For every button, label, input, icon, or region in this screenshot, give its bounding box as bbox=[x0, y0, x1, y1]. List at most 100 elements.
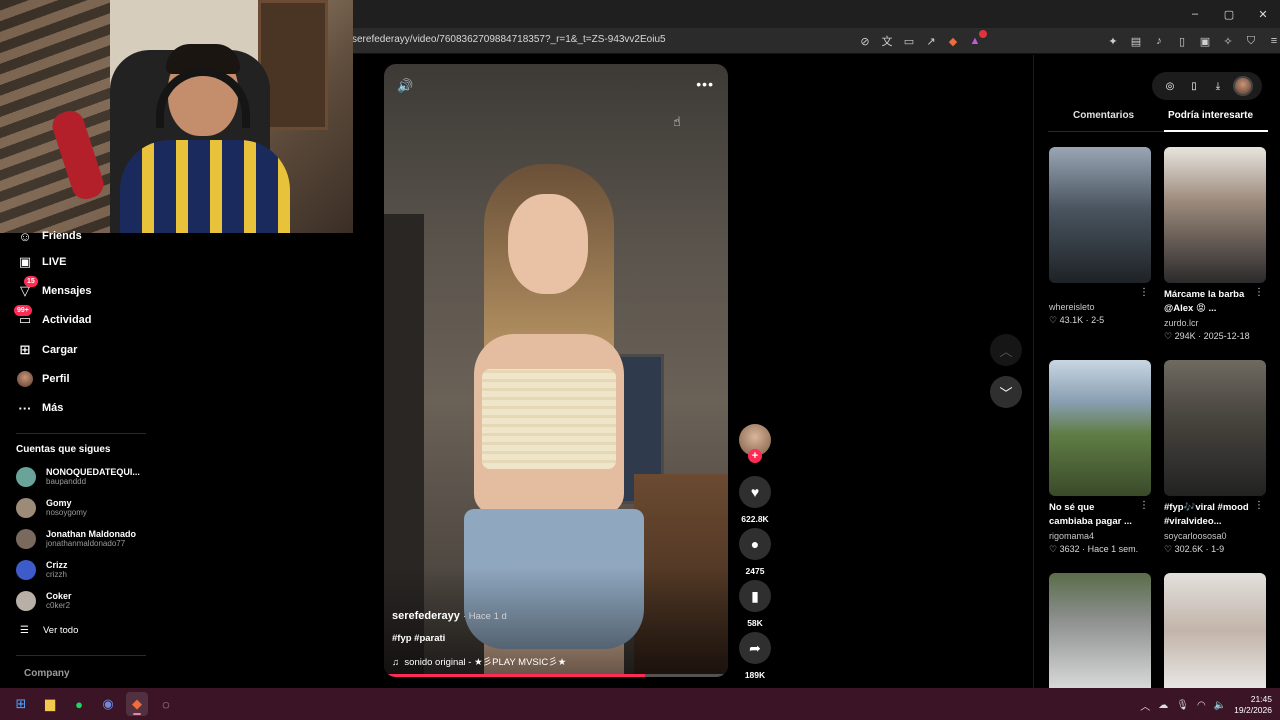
company-link[interactable]: Company bbox=[24, 668, 70, 679]
tab-comments[interactable]: Comentarios bbox=[1073, 110, 1134, 121]
followed-account[interactable]: Gomy nosoygomy bbox=[16, 495, 156, 521]
previous-video-button[interactable]: ︿ bbox=[990, 334, 1022, 366]
vpn-icon[interactable]: ⛉ bbox=[1242, 32, 1260, 50]
recommended-video-card[interactable]: ⋮ Márcame la barba @Alex 😡 ... zurdo.lcr… bbox=[1164, 147, 1266, 342]
see-all-button[interactable]: ☰ Ver todo bbox=[20, 625, 78, 636]
video-thumbnail[interactable] bbox=[1049, 147, 1151, 283]
video-progress-bar[interactable] bbox=[384, 674, 728, 677]
card-title[interactable]: Márcame la barba bbox=[1164, 288, 1266, 302]
like-button[interactable]: ♥ 622.8K bbox=[737, 476, 773, 524]
maximize-button[interactable]: ▢ bbox=[1212, 0, 1246, 28]
card-user[interactable]: whereisleto bbox=[1049, 302, 1151, 312]
save-button[interactable]: ▮ 58K bbox=[737, 580, 773, 628]
followed-account[interactable]: Jonathan Maldonado jonathanmaldonado77 bbox=[16, 526, 156, 552]
card-user[interactable]: zurdo.lcr bbox=[1164, 318, 1266, 328]
account-name: NONOQUEDATEQUI... bbox=[46, 467, 140, 477]
panel-tabs: Comentarios Podría interesarte bbox=[1048, 110, 1268, 132]
video-thumbnail[interactable] bbox=[1164, 360, 1266, 496]
video-player[interactable]: 🔊 ••• serefederayy · Hace 1 d #fyp #para… bbox=[384, 64, 728, 677]
card-title-line2[interactable]: cambiaba pagar ... bbox=[1049, 515, 1151, 529]
video-sound[interactable]: ♫ sonido original - ★彡PLAY MVSIC彡★ bbox=[392, 654, 566, 668]
follow-plus-icon[interactable]: + bbox=[748, 449, 762, 463]
card-title-line2[interactable]: #viralvideo... bbox=[1164, 515, 1266, 529]
sidebar-item-label: LIVE bbox=[42, 256, 67, 268]
sidebar-item-messages[interactable]: ▽ 15 Mensajes bbox=[16, 276, 92, 300]
sidebar-item-activity[interactable]: ▭ 99+ Actividad bbox=[14, 305, 92, 329]
followed-account[interactable]: Crizz crizzh bbox=[16, 557, 156, 583]
wifi-icon[interactable]: ◠ bbox=[1197, 700, 1206, 711]
sidebar-item-profile[interactable]: Perfil bbox=[16, 370, 70, 388]
card-title[interactable]: #fyp🎶viral #mood bbox=[1164, 501, 1266, 515]
speaker-icon[interactable]: 🔈 bbox=[1214, 700, 1226, 711]
sidebar-toggle-icon[interactable]: ▯ bbox=[1173, 32, 1191, 50]
video-author[interactable]: serefederayy · Hace 1 d bbox=[392, 610, 507, 622]
extensions-icon[interactable]: ✦ bbox=[1104, 32, 1122, 50]
sidebar-item-friends[interactable]: ☺ Friends bbox=[16, 227, 81, 245]
compass-icon[interactable]: ◎ bbox=[1161, 77, 1179, 95]
video-hashtags[interactable]: #fyp #parati bbox=[392, 633, 445, 644]
author-name[interactable]: serefederayy bbox=[392, 610, 460, 622]
video-thumbnail[interactable] bbox=[1164, 147, 1266, 283]
card-menu-icon[interactable]: ⋮ bbox=[1139, 287, 1149, 298]
volume-icon[interactable]: 🔊 bbox=[397, 78, 413, 94]
card-title[interactable]: No sé que bbox=[1049, 501, 1151, 515]
microphone-icon[interactable]: 🎙 bbox=[1176, 700, 1189, 711]
recommended-video-card[interactable]: ⋮ No sé que cambiaba pagar ... rigomama4… bbox=[1049, 360, 1151, 555]
share-icon[interactable]: ↗ bbox=[922, 32, 940, 50]
next-video-button[interactable]: ﹀ bbox=[990, 376, 1022, 408]
share-button[interactable]: ➦ 189K bbox=[737, 632, 773, 680]
sidebar-item-more[interactable]: ··· Más bbox=[16, 399, 64, 417]
file-explorer-icon[interactable]: ▆ bbox=[39, 692, 61, 716]
obs-icon[interactable]: ◌ bbox=[155, 692, 177, 716]
heart-outline-icon: ♡ bbox=[1049, 544, 1058, 554]
video-thumbnail[interactable] bbox=[1164, 573, 1266, 688]
chevron-up-icon[interactable]: ︿ bbox=[1140, 698, 1150, 713]
translate-icon[interactable]: 文 bbox=[878, 32, 896, 50]
no-tracking-icon[interactable]: ⊘ bbox=[856, 32, 874, 50]
user-avatar[interactable] bbox=[1233, 76, 1253, 96]
comment-button[interactable]: ● 2475 bbox=[737, 528, 773, 576]
recommended-video-card[interactable]: ⋮ #fyp🎶viral #mood #viralvideo... soycar… bbox=[1164, 360, 1266, 555]
tab-recommended[interactable]: Podría interesarte bbox=[1168, 110, 1253, 121]
heart-outline-icon: ♡ bbox=[1164, 331, 1173, 341]
sidebar-item-upload[interactable]: ⊞ Cargar bbox=[16, 341, 78, 359]
followed-account[interactable]: Coker c0ker2 bbox=[16, 588, 156, 614]
card-user[interactable]: rigomama4 bbox=[1049, 531, 1151, 541]
reader-mode-icon[interactable]: ▤ bbox=[1127, 32, 1145, 50]
minimize-button[interactable]: – bbox=[1178, 0, 1212, 28]
windows-start-icon[interactable]: ⊞ bbox=[10, 692, 32, 716]
cast-icon[interactable]: ▭ bbox=[900, 32, 918, 50]
brave-rewards-icon[interactable]: ▲ bbox=[966, 30, 987, 50]
messages-badge: 15 bbox=[24, 276, 38, 287]
music-icon[interactable]: ♪ bbox=[1150, 32, 1168, 50]
brave-browser-icon[interactable]: ◆ bbox=[126, 692, 148, 716]
recommended-video-card[interactable] bbox=[1164, 573, 1266, 688]
phone-icon[interactable]: ▯ bbox=[1185, 77, 1203, 95]
spotify-icon[interactable]: ● bbox=[68, 692, 90, 716]
wallet-icon[interactable]: ▣ bbox=[1196, 32, 1214, 50]
card-menu-icon[interactable]: ⋮ bbox=[1254, 287, 1264, 298]
card-user[interactable]: soycarloososa0 bbox=[1164, 531, 1266, 541]
card-date: 2025-12-18 bbox=[1203, 331, 1250, 341]
card-title-line2[interactable]: @Alex 😡 ... bbox=[1164, 302, 1266, 316]
card-menu-icon[interactable]: ⋮ bbox=[1254, 500, 1264, 511]
network-app-icon[interactable]: ☁ bbox=[1158, 700, 1168, 711]
url-field[interactable]: serefederayy/video/7608362709884718357?_… bbox=[352, 34, 666, 45]
close-button[interactable]: ✕ bbox=[1246, 0, 1280, 28]
leo-ai-icon[interactable]: ✧ bbox=[1219, 32, 1237, 50]
discord-icon[interactable]: ◉ bbox=[97, 692, 119, 716]
download-icon[interactable]: ⤓ bbox=[1209, 77, 1227, 95]
account-name: Gomy bbox=[46, 498, 72, 508]
brave-shields-icon[interactable]: ◆ bbox=[944, 32, 962, 50]
recommended-video-card[interactable]: ⋮ whereisleto ♡ 43.1K · 2-5 bbox=[1049, 147, 1151, 326]
menu-icon[interactable]: ≡ bbox=[1265, 32, 1280, 50]
video-thumbnail[interactable] bbox=[1049, 360, 1151, 496]
sidebar-item-label: Perfil bbox=[42, 373, 70, 385]
system-clock[interactable]: 21:45 19/2/2026 bbox=[1234, 694, 1272, 716]
recommended-video-card[interactable] bbox=[1049, 573, 1151, 688]
video-thumbnail[interactable] bbox=[1049, 573, 1151, 688]
followed-account[interactable]: NONOQUEDATEQUI... baupanddd bbox=[16, 464, 156, 490]
sidebar-item-live[interactable]: ▣ LIVE bbox=[16, 253, 67, 271]
card-menu-icon[interactable]: ⋮ bbox=[1139, 500, 1149, 511]
more-options-icon[interactable]: ••• bbox=[696, 76, 714, 92]
